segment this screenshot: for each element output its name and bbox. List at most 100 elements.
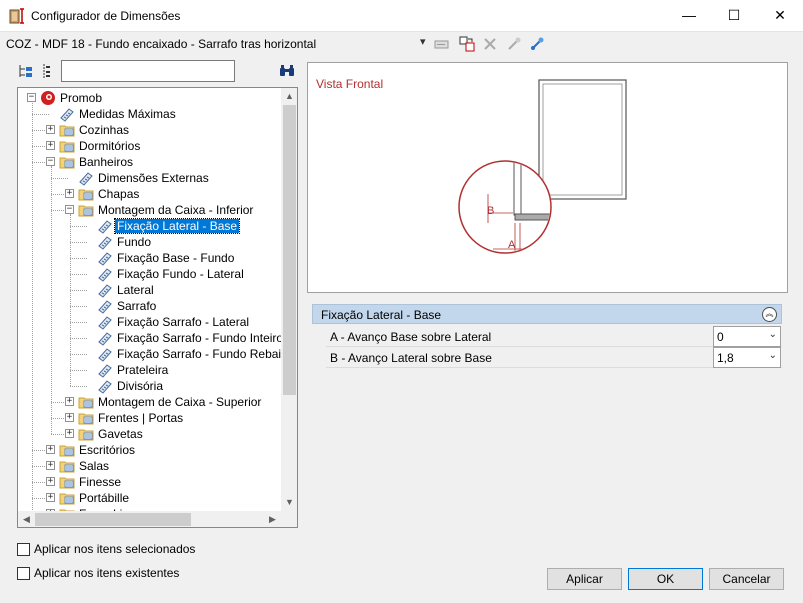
scroll-up-arrow-icon[interactable]: ▲ — [281, 88, 297, 105]
property-value-select[interactable]: 0 ⌄ — [713, 326, 781, 347]
chevron-down-icon[interactable]: ⌄ — [769, 350, 777, 361]
tree-connector — [70, 258, 87, 259]
property-row: B - Avanço Lateral sobre Base 1,8 ⌄ — [326, 347, 782, 368]
vertical-scroll-thumb[interactable] — [283, 105, 296, 395]
tree-item[interactable]: Salas — [77, 458, 111, 474]
minimize-button[interactable]: — — [666, 0, 712, 31]
tree-item[interactable]: Divisória — [115, 378, 165, 394]
tree-item-label: Chapas — [98, 187, 140, 201]
tree-item[interactable]: Fixação Fundo - Lateral — [115, 266, 246, 282]
tree-connector — [70, 242, 87, 243]
expand-node-icon[interactable]: + — [46, 461, 55, 470]
ruler-tag-icon — [60, 108, 74, 122]
scroll-left-arrow-icon[interactable]: ◀ — [18, 511, 35, 527]
tree-item-label: Fixação Sarrafo - Fundo Inteiro — [117, 331, 281, 345]
rename-icon[interactable] — [434, 36, 450, 52]
move-icon[interactable] — [459, 36, 475, 52]
property-value-select[interactable]: 1,8 ⌄ — [713, 347, 781, 368]
tree-item[interactable]: Frentes | Portas — [96, 410, 185, 426]
tree-connector — [70, 226, 87, 227]
tree-item-label: Prateleira — [117, 363, 169, 377]
expand-node-icon[interactable]: + — [46, 141, 55, 150]
tree-item[interactable]: Fixação Sarrafo - Fundo Rebaixado — [115, 346, 281, 362]
preview-panel: Vista Frontal B A — [307, 62, 788, 293]
scroll-right-arrow-icon[interactable]: ▶ — [264, 511, 281, 527]
binoculars-icon[interactable] — [279, 63, 295, 79]
tree-item[interactable]: Prateleira — [115, 362, 170, 378]
tree-item[interactable]: Montagem de Caixa - Superior — [96, 394, 263, 410]
collapse-tree-icon[interactable] — [39, 63, 55, 79]
tree-item[interactable]: Fixação Sarrafo - Fundo Inteiro — [115, 330, 281, 346]
tree-item-label: Fixação Base - Fundo — [117, 251, 235, 265]
close-button[interactable]: ✕ — [757, 0, 803, 31]
apply-button[interactable]: Aplicar — [547, 568, 622, 590]
tree-vertical-scrollbar[interactable]: ▲ ▼ — [281, 88, 297, 511]
tree-item[interactable]: Escritórios — [77, 442, 137, 458]
scroll-down-arrow-icon[interactable]: ▼ — [281, 494, 297, 511]
collapse-node-icon[interactable]: − — [65, 205, 74, 214]
tree-item-label: Divisória — [117, 379, 164, 393]
scrollbar-corner — [281, 511, 297, 527]
tree-item[interactable]: Chapas — [96, 186, 141, 202]
collapse-node-icon[interactable]: − — [27, 93, 36, 102]
tree-item[interactable]: Cozinhas — [77, 122, 131, 138]
tree-item[interactable]: Finesse — [77, 474, 123, 490]
tree-item-label: Montagem da Caixa - Inferior — [98, 203, 254, 217]
tree-item[interactable]: Dormitórios — [77, 138, 142, 154]
tree-item[interactable]: Montagem da Caixa - Inferior — [96, 202, 255, 218]
tree-item[interactable]: Fixação Base - Fundo — [115, 250, 236, 266]
apply-existing-checkbox[interactable] — [17, 567, 30, 580]
expand-node-icon[interactable]: + — [46, 125, 55, 134]
tree-item[interactable]: Dimensões Externas — [96, 170, 211, 186]
property-row: A - Avanço Base sobre Lateral 0 ⌄ — [326, 326, 782, 347]
tree-item[interactable]: Gavetas — [96, 426, 145, 442]
maximize-button[interactable]: ☐ — [711, 0, 757, 31]
tree-item-label: Lateral — [117, 283, 154, 297]
ruler-tag-icon — [98, 380, 112, 394]
expand-node-icon[interactable]: + — [65, 429, 74, 438]
expand-node-icon[interactable]: + — [65, 397, 74, 406]
tree-item-label: Montagem de Caixa - Superior — [98, 395, 262, 409]
tree-item-label: Banheiros — [79, 155, 134, 169]
link-icon[interactable] — [506, 36, 522, 52]
tree-item[interactable]: Portábille — [77, 490, 131, 506]
delete-icon[interactable] — [482, 36, 498, 52]
expand-node-icon[interactable]: + — [65, 413, 74, 422]
tree-item[interactable]: Promob — [58, 90, 104, 106]
ruler-tag-icon — [98, 348, 112, 362]
collapse-node-icon[interactable]: − — [46, 157, 55, 166]
folder-icon — [78, 413, 94, 425]
dimension-label-b: B — [487, 205, 494, 217]
cancel-button[interactable]: Cancelar — [709, 568, 784, 590]
collapse-group-icon[interactable]: ︽ — [762, 307, 777, 322]
tree-item-label: Fundo — [117, 235, 152, 249]
apply-selected-checkbox[interactable] — [17, 543, 30, 556]
horizontal-scroll-thumb[interactable] — [35, 513, 191, 526]
unlink-icon[interactable] — [529, 36, 545, 52]
tree-item[interactable]: Sarrafo — [115, 298, 158, 314]
tree-item[interactable]: Banheiros — [77, 154, 135, 170]
tree-item-label: Cozinhas — [79, 123, 130, 137]
tree-connector — [70, 338, 87, 339]
tree-item-label: Finesse — [79, 475, 122, 489]
expand-node-icon[interactable]: + — [46, 477, 55, 486]
chevron-down-icon[interactable]: ⌄ — [769, 329, 777, 340]
folder-icon — [59, 445, 75, 457]
app-icon — [9, 8, 24, 24]
tree-item[interactable]: Fundo — [115, 234, 153, 250]
tree-item[interactable]: Fixação Sarrafo - Lateral — [115, 314, 251, 330]
tree-item[interactable]: Medidas Máximas — [77, 106, 178, 122]
expand-tree-icon[interactable] — [17, 63, 33, 79]
expand-node-icon[interactable]: + — [65, 189, 74, 198]
tree-item[interactable]: Lateral — [115, 282, 156, 298]
ok-button[interactable]: OK — [628, 568, 703, 590]
expand-node-icon[interactable]: + — [46, 445, 55, 454]
folder-icon — [78, 429, 94, 441]
folder-icon — [59, 493, 75, 505]
tree-search-input[interactable] — [61, 60, 235, 82]
tree-horizontal-scrollbar[interactable]: ◀ ▶ — [18, 511, 281, 527]
property-group-header[interactable]: Fixação Lateral - Base ︽ — [312, 304, 782, 324]
expand-node-icon[interactable]: + — [46, 493, 55, 502]
folder-icon — [59, 157, 75, 169]
tree-item[interactable]: Fixação Lateral - Base — [113, 218, 241, 234]
